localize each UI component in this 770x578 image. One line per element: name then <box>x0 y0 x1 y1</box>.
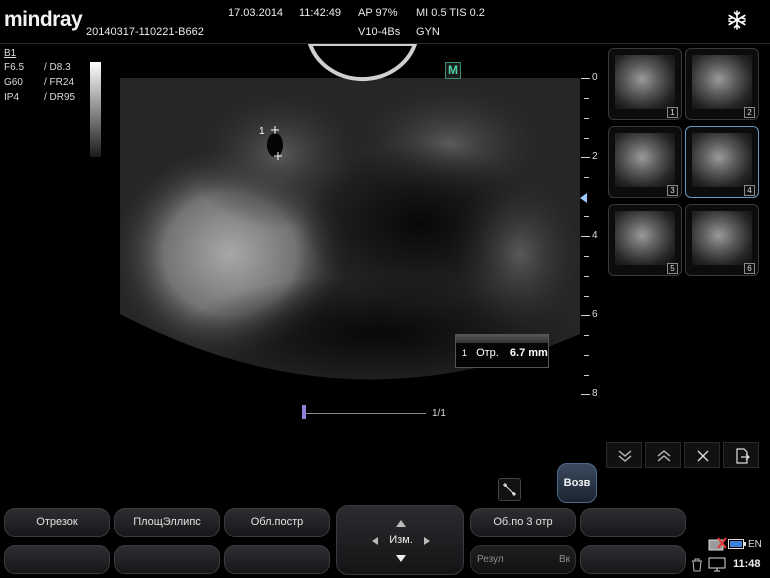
mode-label: B1 <box>4 48 17 59</box>
measurement-index: 1 <box>462 348 468 358</box>
thumbnail-image <box>615 55 675 109</box>
softkey-empty-3[interactable] <box>114 545 220 574</box>
softkey-empty-2[interactable] <box>4 545 110 574</box>
measure-knob[interactable]: Изм. <box>336 505 464 575</box>
thumbnail-number: 6 <box>744 263 755 274</box>
segment-button[interactable]: Отрезок <box>4 508 110 537</box>
result-toggle-button[interactable]: Резул Вк <box>470 545 576 574</box>
battery-icon <box>728 539 746 549</box>
thumbnail-5[interactable]: 5 <box>608 204 682 276</box>
network-icon[interactable] <box>706 536 728 554</box>
caliper-label: 1 <box>259 126 265 137</box>
thumbnail-3[interactable]: 3 <box>608 126 682 198</box>
delete-image-button[interactable] <box>684 442 720 468</box>
cine-marker[interactable] <box>302 405 306 419</box>
frequency-value: F6.5 <box>4 62 25 73</box>
double-chevron-up-icon <box>657 450 671 462</box>
close-icon <box>697 450 709 462</box>
thumbnail-number: 2 <box>744 107 755 118</box>
thumbnail-1[interactable]: 1 <box>608 48 682 120</box>
dynamic-range-value: / DR95 <box>44 92 76 103</box>
thumbnail-image <box>692 133 752 187</box>
cine-bar[interactable] <box>306 413 426 414</box>
thumbnail-image <box>615 211 675 265</box>
depth-label-0: 0 <box>592 72 598 83</box>
acoustic-power: AP 97% <box>358 7 398 19</box>
depth-label-6: 6 <box>592 309 598 320</box>
depth-label-2: 2 <box>592 151 598 162</box>
exam-preset: GYN <box>416 26 440 38</box>
page-down-button[interactable] <box>606 442 642 468</box>
system-clock: 11:48 <box>733 558 761 570</box>
gain-value: G60 <box>4 77 23 88</box>
thumbnail-image <box>692 55 752 109</box>
export-icon <box>736 448 750 464</box>
thumbnail-number: 3 <box>667 185 678 196</box>
exam-id: 20140317-110221-B662 <box>86 26 204 38</box>
header-bar: mindray 20140317-110221-B662 17.03.2014 … <box>0 0 770 44</box>
snowflake-icon[interactable] <box>726 9 748 31</box>
export-button[interactable] <box>723 442 759 468</box>
measurement-result[interactable]: 1 Отр. 6.7 mm <box>455 334 549 368</box>
mi-tis-index: MI 0.5 TIS 0.2 <box>416 7 485 19</box>
area-3-segments-button[interactable]: Об.по 3 отр <box>470 508 576 537</box>
exam-date: 17.03.2014 <box>228 7 284 19</box>
trash-icon[interactable] <box>690 558 704 572</box>
monitor-icon[interactable] <box>708 557 726 572</box>
measurement-value: 6.7 mm <box>509 347 548 359</box>
depth-label-4: 4 <box>592 230 598 241</box>
back-button[interactable]: Возв <box>557 463 597 503</box>
arrow-down-icon <box>396 555 406 562</box>
orientation-marker: M <box>445 62 461 79</box>
cine-frame-counter: 1/1 <box>432 408 446 419</box>
depth-value: / D8.3 <box>44 62 71 73</box>
image-processing-value: IP4 <box>4 92 20 103</box>
softkey-empty-5[interactable] <box>580 545 686 574</box>
thumbnail-number: 1 <box>667 107 678 118</box>
depth-label-8: 8 <box>592 388 598 399</box>
softkey-empty-1[interactable] <box>580 508 686 537</box>
thumbnail-6[interactable]: 6 <box>685 204 759 276</box>
thumbnail-number: 5 <box>667 263 678 274</box>
thumbnail-number: 4 <box>744 185 755 196</box>
probe-name: V10-4Bs <box>358 26 401 38</box>
page-up-button[interactable] <box>645 442 681 468</box>
region-build-button[interactable]: Обл.постр <box>224 508 330 537</box>
caliper-cursor-icon <box>503 483 516 496</box>
arrow-up-icon <box>396 520 406 527</box>
exam-time: 11:42:49 <box>299 7 342 19</box>
area-ellipse-button[interactable]: ПлощЭллипс <box>114 508 220 537</box>
language-indicator[interactable]: EN <box>748 539 762 550</box>
thumbnail-image <box>615 133 675 187</box>
cursor-mode-button[interactable] <box>498 478 521 501</box>
brand-logo: mindray <box>4 8 83 31</box>
result-left-label: Резул <box>477 554 504 565</box>
softkey-empty-4[interactable] <box>224 545 330 574</box>
knob-label: Изм. <box>389 534 413 546</box>
thumbnail-4[interactable]: 4 <box>685 126 759 198</box>
result-right-label: Вк <box>559 554 571 565</box>
measurement-name: Отр. <box>476 347 499 359</box>
thumbnail-image <box>692 211 752 265</box>
double-chevron-down-icon <box>618 450 632 462</box>
frame-rate-value: / FR24 <box>44 77 75 88</box>
grayscale-bar <box>90 62 101 157</box>
focus-marker-icon[interactable] <box>580 193 587 203</box>
thumbnail-2[interactable]: 2 <box>685 48 759 120</box>
